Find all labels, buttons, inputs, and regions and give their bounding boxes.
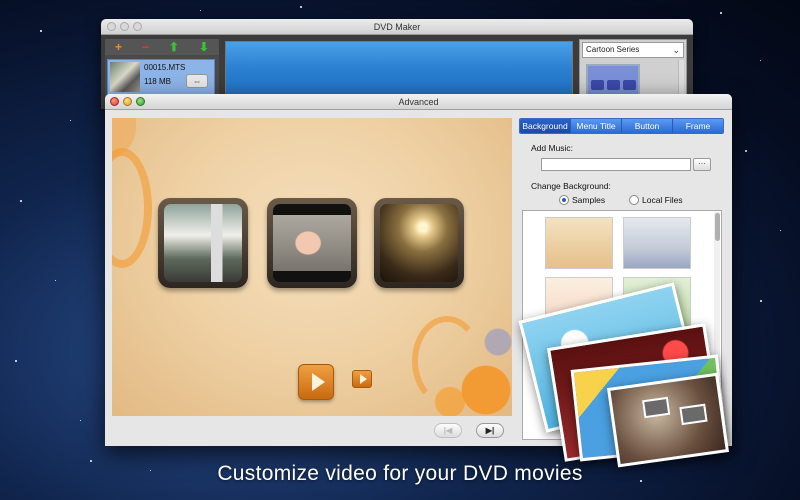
preview-navigation: |◀ ▶| (112, 418, 512, 440)
radio-samples-label: Samples (572, 195, 606, 205)
chevron-down-icon: ⌄ (672, 45, 680, 55)
main-window-title: DVD Maker (373, 22, 421, 32)
chapter-thumbnail-2[interactable] (267, 198, 357, 288)
close-button[interactable] (110, 97, 119, 106)
radio-selected-icon (559, 195, 569, 205)
main-title-bar: DVD Maker (101, 19, 693, 35)
theme-select-value: Cartoon Series (586, 45, 640, 54)
tab-background[interactable]: Background (520, 119, 571, 133)
radio-local-files-label: Local Files (642, 195, 683, 205)
tab-frame[interactable]: Frame (673, 119, 723, 133)
advanced-window-title: Advanced (398, 97, 439, 107)
add-file-button[interactable]: + (115, 41, 122, 53)
decorative-swirl (112, 148, 152, 268)
template-card-image (606, 372, 730, 468)
browse-music-button[interactable]: ··· (693, 158, 711, 171)
previous-page-button[interactable]: |◀ (434, 423, 462, 438)
music-path-field[interactable] (541, 158, 691, 171)
remove-file-button[interactable]: − (142, 41, 149, 53)
main-close-button[interactable] (107, 22, 116, 31)
move-down-button[interactable]: ⬇ (199, 41, 209, 53)
background-sample[interactable] (623, 217, 691, 269)
chapter-thumbnail-1[interactable] (158, 198, 248, 288)
link-icon[interactable]: ⇔ (186, 74, 208, 88)
chapter-thumbnail-3[interactable] (374, 198, 464, 288)
theme-select[interactable]: Cartoon Series ⌄ (582, 42, 684, 58)
tab-button[interactable]: Button (622, 119, 673, 133)
promo-caption: Customize video for your DVD movies (217, 462, 583, 485)
main-minimize-button[interactable] (120, 22, 129, 31)
decorative-flourish (402, 306, 512, 416)
tab-menu-title[interactable]: Menu Title (571, 119, 622, 133)
samples-scrollbar-thumb[interactable] (715, 213, 720, 241)
background-sample[interactable] (545, 217, 613, 269)
file-size: 118 MB (144, 77, 171, 86)
advanced-window-controls (110, 97, 145, 106)
main-zoom-button[interactable] (133, 22, 142, 31)
change-background-label: Change Background: (531, 181, 611, 191)
menu-preview-canvas (112, 118, 512, 416)
play-icon[interactable] (298, 364, 334, 400)
minimize-button[interactable] (123, 97, 132, 106)
radio-samples[interactable]: Samples (559, 195, 605, 205)
file-toolbar: + − ⬆ ⬇ (105, 39, 219, 55)
radio-unselected-icon (629, 195, 639, 205)
settings-tabs: Background Menu Title Button Frame (519, 118, 724, 134)
zoom-button[interactable] (136, 97, 145, 106)
file-thumbnail (110, 62, 140, 92)
add-music-label: Add Music: (531, 143, 574, 153)
main-window-controls (107, 22, 142, 31)
next-page-button[interactable]: ▶| (476, 423, 504, 438)
file-name: 00015.MTS (144, 63, 186, 72)
next-page-icon[interactable] (352, 370, 372, 388)
move-up-button[interactable]: ⬆ (169, 41, 179, 53)
advanced-title-bar: Advanced (105, 94, 732, 110)
radio-local-files[interactable]: Local Files (629, 195, 683, 205)
